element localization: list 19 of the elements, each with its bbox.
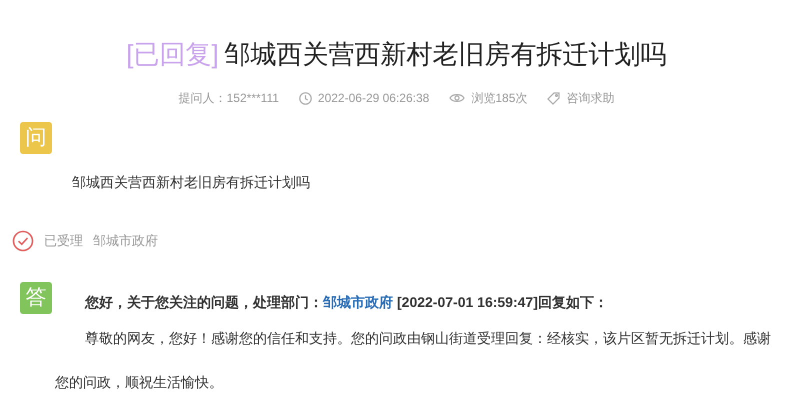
reply-intro: 您好，关于您关注的问题，处理部门： <box>85 294 323 310</box>
eye-icon <box>449 92 466 104</box>
check-circle-icon <box>12 230 34 252</box>
answer-badge: 答 <box>20 282 52 314</box>
status-label: [已回复] <box>126 39 219 69</box>
view-count: 浏览185次 <box>471 90 528 106</box>
status-text: 已受理 <box>44 232 83 250</box>
category-label: 咨询求助 <box>566 90 614 106</box>
page-title: 邹城西关营西新村老旧房有拆迁计划吗 <box>224 39 667 69</box>
reply-text: 尊敬的网友，您好！感谢您的信任和支持。您的问政由钢山街道受理回复：经核实，该片区暂无拆迁计划。感谢您的问政，顺祝生活愉快。 <box>55 329 772 392</box>
question-badge: 问 <box>20 122 52 154</box>
clock-icon <box>298 92 312 104</box>
department-text: 邹城市政府 <box>93 232 158 250</box>
department-link[interactable]: 邹城市政府 <box>323 294 393 310</box>
date-text: 2022-06-29 06:26:38 <box>318 91 430 105</box>
reply-time: [2022-07-01 16:59:47]回复如下： <box>397 294 608 310</box>
asker-label: 提问人：152***111 <box>178 90 279 106</box>
tag-icon <box>547 92 560 104</box>
question-text: 邹城西关营西新村老旧房有拆迁计划吗 <box>72 173 311 192</box>
